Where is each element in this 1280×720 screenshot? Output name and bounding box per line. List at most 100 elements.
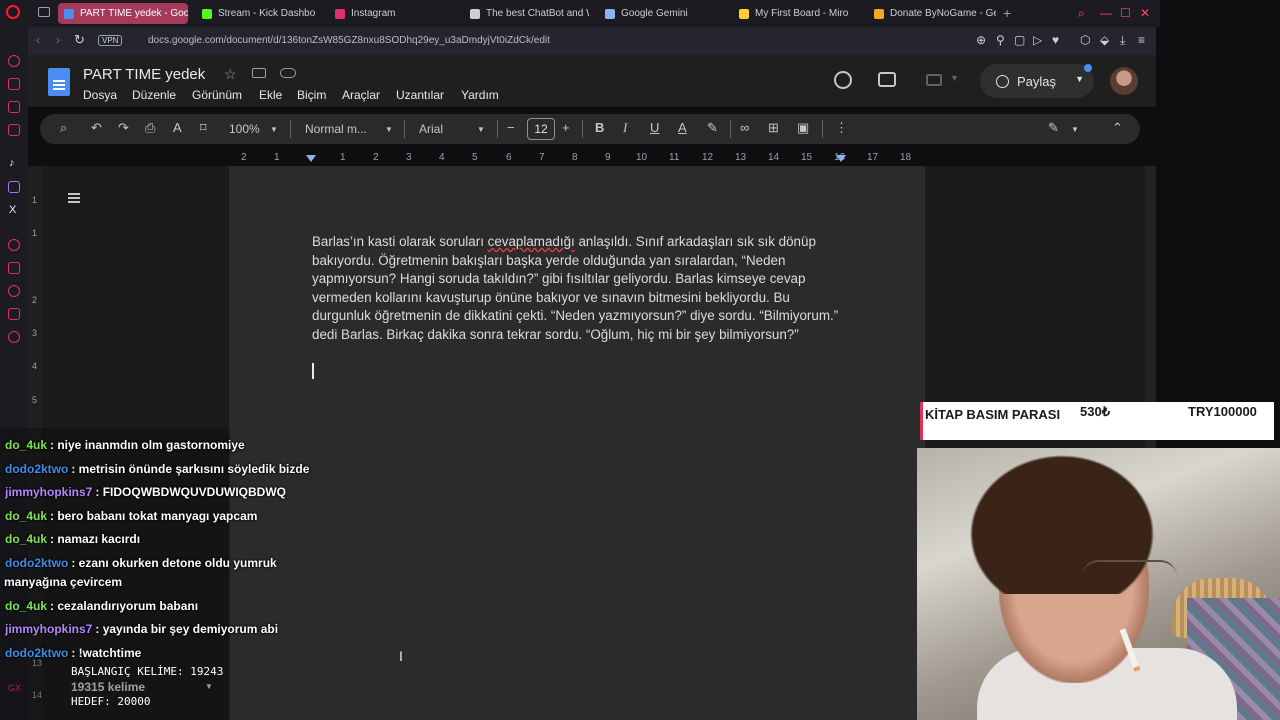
- move-folder-icon[interactable]: [252, 68, 266, 78]
- forward-icon[interactable]: ›: [56, 33, 60, 47]
- word-count-badge[interactable]: 19315 kelime: [71, 680, 145, 694]
- toolbar-divider: [290, 120, 291, 138]
- start-word-count: BAŞLANGIÇ KELİME: 19243: [71, 665, 224, 678]
- print-icon[interactable]: ⎙: [145, 120, 155, 136]
- opera-logo-icon[interactable]: [6, 5, 20, 19]
- spellcheck-icon[interactable]: A: [173, 120, 182, 135]
- version-history-icon[interactable]: [834, 71, 852, 89]
- add-comment-icon[interactable]: ⊞: [768, 120, 779, 136]
- search-icon[interactable]: ⌕: [60, 120, 67, 136]
- back-icon[interactable]: ‹: [36, 33, 40, 47]
- undo-icon[interactable]: ↶: [91, 120, 102, 136]
- snapshot-icon[interactable]: ▢: [1014, 33, 1025, 47]
- google-docs-logo-icon[interactable]: [48, 68, 70, 96]
- pin-icon[interactable]: ⚲: [996, 33, 1005, 47]
- sidebar-video-icon[interactable]: [8, 124, 20, 136]
- style-select[interactable]: Normal m...: [305, 122, 367, 136]
- sidebar-player-icon[interactable]: [8, 239, 20, 251]
- tab-kick-dashboard[interactable]: Stream - Kick Dashbo: [196, 3, 321, 24]
- gemini-icon: [605, 8, 615, 19]
- extensions-icon[interactable]: ⬡: [1080, 33, 1090, 47]
- misspelled-word[interactable]: cevaplamadığı: [488, 234, 575, 249]
- chevron-down-icon[interactable]: ▼: [270, 125, 278, 134]
- right-indent-marker[interactable]: [836, 155, 846, 162]
- chevron-down-icon[interactable]: ▼: [1075, 74, 1084, 84]
- decrease-font-size-icon[interactable]: −: [507, 120, 515, 135]
- chevron-up-icon[interactable]: ⌃: [1112, 120, 1123, 136]
- zoom-select[interactable]: 100%: [229, 122, 260, 136]
- sidebar-x-icon[interactable]: X: [9, 204, 16, 216]
- star-icon[interactable]: ☆: [224, 66, 237, 83]
- insert-image-icon[interactable]: ▣: [797, 120, 809, 136]
- link-icon[interactable]: ∞: [740, 120, 749, 135]
- sidebar-pin-icon[interactable]: [8, 262, 20, 274]
- bold-icon[interactable]: B: [595, 120, 604, 135]
- ruler-tick: 1: [340, 152, 346, 163]
- tab-miro[interactable]: My First Board - Miro: [733, 3, 858, 24]
- tab-google-docs[interactable]: PART TIME yedek - Goog: [58, 3, 188, 24]
- chevron-down-icon[interactable]: ▼: [477, 125, 485, 134]
- wallet-icon[interactable]: ⬙: [1100, 33, 1109, 47]
- italic-icon[interactable]: I: [623, 120, 627, 136]
- sidebar-extensions-icon[interactable]: [8, 308, 20, 320]
- menu-file[interactable]: Dosya: [83, 88, 117, 102]
- sidebar-history-icon[interactable]: [8, 285, 20, 297]
- tab-bynogame[interactable]: Donate ByNoGame - Gele: [868, 3, 996, 24]
- chevron-down-icon[interactable]: ▼: [385, 125, 393, 134]
- meet-icon[interactable]: [926, 74, 942, 86]
- tab-google-gemini[interactable]: Google Gemini: [599, 3, 724, 24]
- sidebar-tiktok-icon[interactable]: ♪: [9, 157, 15, 169]
- close-window-icon[interactable]: ✕: [1140, 6, 1150, 20]
- menu-insert[interactable]: Ekle: [259, 88, 282, 102]
- new-tab-icon[interactable]: +: [1003, 5, 1011, 21]
- more-options-icon[interactable]: ⋮: [835, 120, 848, 136]
- sidebar-settings-icon[interactable]: [8, 331, 20, 343]
- menu-format[interactable]: Biçim: [297, 88, 326, 102]
- menu-icon[interactable]: ≡: [1138, 33, 1145, 47]
- chevron-down-icon[interactable]: ▼: [950, 73, 959, 83]
- player-icon[interactable]: ▷: [1033, 33, 1042, 47]
- menu-help[interactable]: Yardım: [461, 88, 499, 102]
- tab-label: The best ChatBot and W: [486, 8, 589, 19]
- share-button[interactable]: Paylaş ▼: [980, 64, 1094, 98]
- zoom-icon[interactable]: ⊕: [976, 33, 986, 47]
- sidebar-chat-icon[interactable]: [8, 101, 20, 113]
- menu-extensions[interactable]: Uzantılar: [396, 88, 444, 102]
- url-field[interactable]: docs.google.com/document/d/136tonZsW85GZ…: [148, 35, 550, 46]
- menu-tools[interactable]: Araçlar: [342, 88, 380, 102]
- left-indent-marker[interactable]: [306, 155, 316, 162]
- text-color-icon[interactable]: A: [678, 120, 687, 135]
- sidebar-twitch-icon[interactable]: [8, 181, 20, 193]
- search-tabs-icon[interactable]: ⌕: [1078, 6, 1085, 21]
- reload-icon[interactable]: ↻: [74, 32, 85, 48]
- editing-mode-icon[interactable]: ✎: [1048, 120, 1059, 136]
- underline-icon[interactable]: U: [650, 120, 659, 135]
- tab-instagram[interactable]: Instagram: [329, 3, 454, 24]
- document-title[interactable]: PART TIME yedek: [83, 66, 205, 83]
- menu-edit[interactable]: Düzenle: [132, 88, 176, 102]
- tab-menu-icon[interactable]: [38, 7, 50, 17]
- minimize-icon[interactable]: —: [1100, 6, 1112, 20]
- font-size-input[interactable]: 12: [527, 118, 555, 140]
- maximize-icon[interactable]: ☐: [1120, 6, 1131, 20]
- paint-format-icon[interactable]: ⌑: [200, 120, 207, 136]
- heart-icon[interactable]: ♥: [1052, 33, 1059, 47]
- sidebar-bag-icon[interactable]: [8, 78, 20, 90]
- vpn-badge[interactable]: VPN: [98, 35, 123, 46]
- ruler-tick: 10: [636, 152, 648, 163]
- tab-chatbot[interactable]: The best ChatBot and W: [464, 3, 589, 24]
- redo-icon[interactable]: ↷: [118, 120, 129, 136]
- chevron-down-icon[interactable]: ▼: [1071, 125, 1079, 134]
- document-paragraph[interactable]: Barlas’ın kasti olarak soruları cevaplam…: [312, 233, 852, 344]
- download-icon[interactable]: ⤓: [1120, 33, 1125, 48]
- font-select[interactable]: Arial: [419, 122, 443, 136]
- sidebar-gx-corner-icon[interactable]: [8, 55, 20, 67]
- tab-label: Donate ByNoGame - Gele: [890, 8, 996, 19]
- menu-view[interactable]: Görünüm: [192, 88, 242, 102]
- highlight-icon[interactable]: ✎: [707, 120, 718, 136]
- comments-icon[interactable]: [878, 72, 896, 87]
- increase-font-size-icon[interactable]: +: [562, 120, 570, 135]
- avatar[interactable]: [1110, 67, 1138, 95]
- chevron-down-icon[interactable]: ▼: [205, 682, 213, 691]
- document-outline-icon[interactable]: [68, 193, 80, 203]
